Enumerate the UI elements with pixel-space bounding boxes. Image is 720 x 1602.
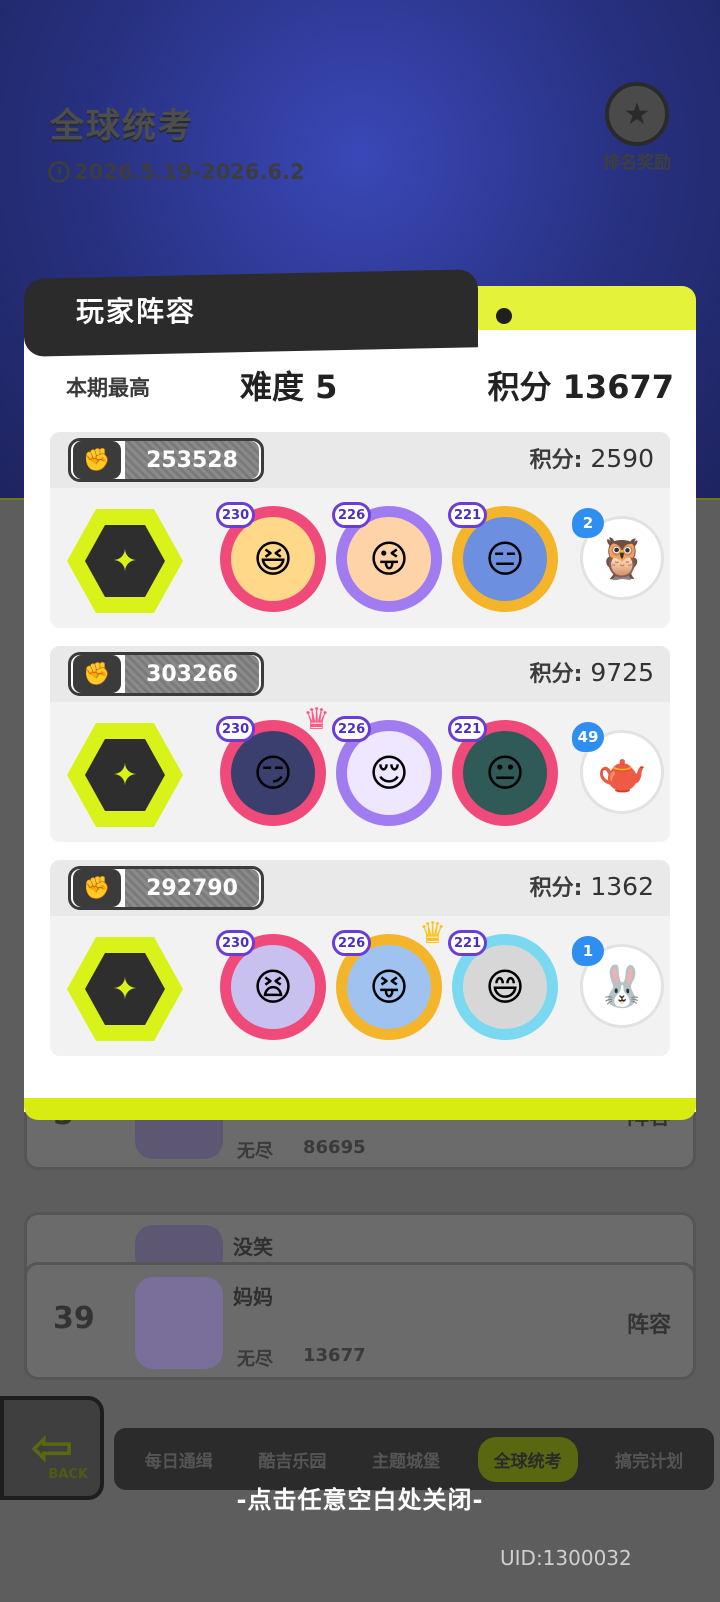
- fist-icon: ✊: [73, 655, 121, 693]
- team-points: 积分: 1362: [530, 870, 654, 902]
- team-tag: ✊ 303266: [68, 652, 264, 696]
- tab-finish-plan[interactable]: 搞完计划: [607, 1439, 691, 1480]
- hero-level-badge: 221: [448, 716, 488, 742]
- user-id: UID:1300032: [500, 1546, 632, 1570]
- row-mode: 无尽: [237, 1349, 273, 1370]
- ranking-reward-label: 排名奖励: [603, 153, 671, 173]
- hero-slot[interactable]: 😏 230 ♛: [216, 702, 330, 832]
- ranking-row-self[interactable]: 39 妈妈 无尽 13677 阵容: [24, 1262, 696, 1380]
- relic-badge[interactable]: ✦: [66, 936, 184, 1042]
- ranking-reward-button[interactable]: ★ 排名奖励: [596, 82, 678, 174]
- pet-slot[interactable]: 🫖 49: [572, 722, 668, 822]
- row-mode: 无尽: [237, 1141, 273, 1162]
- hero-slot[interactable]: 😫 230: [216, 926, 326, 1046]
- team-tag: ✊ 253528: [68, 438, 264, 482]
- row-name: 没笑: [233, 1235, 273, 1259]
- row-score: 86695: [303, 1137, 366, 1158]
- team-points-value: 1362: [590, 872, 654, 901]
- gray-hair-heroine-portrait-icon: 😄: [463, 945, 547, 1029]
- relic-badge[interactable]: ✦: [66, 722, 184, 828]
- medal-icon: ★: [605, 82, 669, 146]
- tab-daily-wanted[interactable]: 每日通缉: [137, 1439, 221, 1480]
- orange-hair-heroine-portrait-icon: 😜: [347, 517, 431, 601]
- hero-slot[interactable]: 😑 221: [448, 498, 558, 618]
- row-score: 13677: [303, 1345, 366, 1366]
- tab-theme-castle[interactable]: 主题城堡: [364, 1439, 448, 1480]
- team-points-key: 积分:: [529, 662, 583, 687]
- modal-footer: [24, 1098, 696, 1120]
- green-hair-heroine-portrait-icon: 😐: [463, 731, 547, 815]
- crown-icon: ♛: [419, 916, 446, 951]
- hero-slot[interactable]: 😌 226: [332, 712, 442, 832]
- blue-hair-heroine-portrait-icon: 😑: [463, 517, 547, 601]
- team-tag: ✊ 292790: [68, 866, 264, 910]
- hero-level-badge: 230: [216, 716, 256, 742]
- team-points: 积分: 2590: [530, 442, 654, 474]
- hero-level-badge: 226: [332, 930, 372, 956]
- fist-icon: ✊: [73, 869, 121, 907]
- summary-label: 本期最高: [66, 376, 150, 400]
- blue-hair-crowned-heroine-portrait-icon: 😝: [347, 945, 431, 1029]
- tab-kuji-park[interactable]: 酷吉乐园: [250, 1439, 334, 1480]
- team-points-key: 积分:: [529, 448, 583, 473]
- event-date-range: 2026.5.19-2026.6.2: [74, 160, 305, 184]
- hero-level-badge: 221: [448, 930, 488, 956]
- hero-level-badge: 230: [216, 930, 256, 956]
- avatar: [135, 1277, 223, 1369]
- team-points: 积分: 9725: [530, 656, 654, 688]
- player-lineup-modal: 玩家阵容 本期最高 难度 5 积分 13677 ✊ 253528 积分: 259…: [24, 269, 696, 1130]
- team-card: ✊ 253528 积分: 2590 ✦ 😆 230 😜 226 😑 221 🦉 2: [50, 432, 670, 628]
- team-card: ✊ 292790 积分: 1362 ✦ 😫 230 😝 226 ♛ 😄 221 🐰 1: [50, 860, 670, 1056]
- pet-level-badge: 49: [572, 722, 604, 752]
- hexagon-relic-icon: ✦: [67, 509, 183, 613]
- team-id: 253528: [125, 441, 259, 479]
- team-points-value: 9725: [590, 658, 654, 687]
- dark-hair-heroine-portrait-icon: 😏: [231, 731, 315, 815]
- best-summary: 本期最高 难度 5 积分 13677: [64, 360, 674, 410]
- lavender-sheep-heroine-portrait-icon: 😌: [347, 731, 431, 815]
- team-id: 292790: [125, 869, 259, 907]
- hero-level-badge: 221: [448, 502, 488, 528]
- fist-icon: ✊: [73, 441, 121, 479]
- close-hint: -点击任意空白处关闭-: [236, 1486, 484, 1514]
- event-title: 全球统考: [50, 106, 194, 146]
- best-score: 积分 13677: [487, 368, 674, 406]
- hero-slot[interactable]: 😜 226: [332, 498, 442, 618]
- team-points-key: 积分:: [529, 876, 583, 901]
- pet-slot[interactable]: 🦉 2: [572, 508, 668, 608]
- pet-level-badge: 1: [572, 936, 604, 966]
- hexagon-relic-icon: ✦: [67, 723, 183, 827]
- hero-slot[interactable]: 😝 226 ♛: [332, 916, 446, 1046]
- hexagon-relic-icon: ✦: [67, 937, 183, 1041]
- row-rank: 39: [53, 1301, 95, 1336]
- team-card: ✊ 303266 积分: 9725 ✦ 😏 230 ♛ 😌 226 😐 221 🫖 49: [50, 646, 670, 842]
- best-difficulty: 难度 5: [240, 368, 338, 406]
- team-points-value: 2590: [590, 444, 654, 473]
- blonde-heroine-portrait-icon: 😆: [231, 517, 315, 601]
- pet-slot[interactable]: 🐰 1: [572, 936, 668, 1036]
- dot-icon: [496, 308, 512, 324]
- hero-slot[interactable]: 😄 221: [448, 926, 558, 1046]
- team-id: 303266: [125, 655, 259, 693]
- crown-icon: ♛: [303, 702, 330, 737]
- modal-title: 玩家阵容: [76, 295, 197, 328]
- pet-level-badge: 2: [572, 508, 604, 538]
- hero-slot[interactable]: 😆 230: [216, 498, 326, 618]
- hero-level-badge: 230: [216, 502, 256, 528]
- hero-level-badge: 226: [332, 716, 372, 742]
- lineup-button[interactable]: 阵容: [627, 1307, 671, 1339]
- clock-icon: [48, 161, 70, 183]
- tab-global-exam[interactable]: 全球统考: [477, 1436, 578, 1482]
- event-date: 2026.5.19-2026.6.2: [48, 160, 305, 184]
- relic-badge[interactable]: ✦: [66, 508, 184, 614]
- row-name: 妈妈: [233, 1285, 273, 1309]
- hero-slot[interactable]: 😐 221: [448, 712, 558, 832]
- silver-hair-heroine-portrait-icon: 😫: [231, 945, 315, 1029]
- hero-level-badge: 226: [332, 502, 372, 528]
